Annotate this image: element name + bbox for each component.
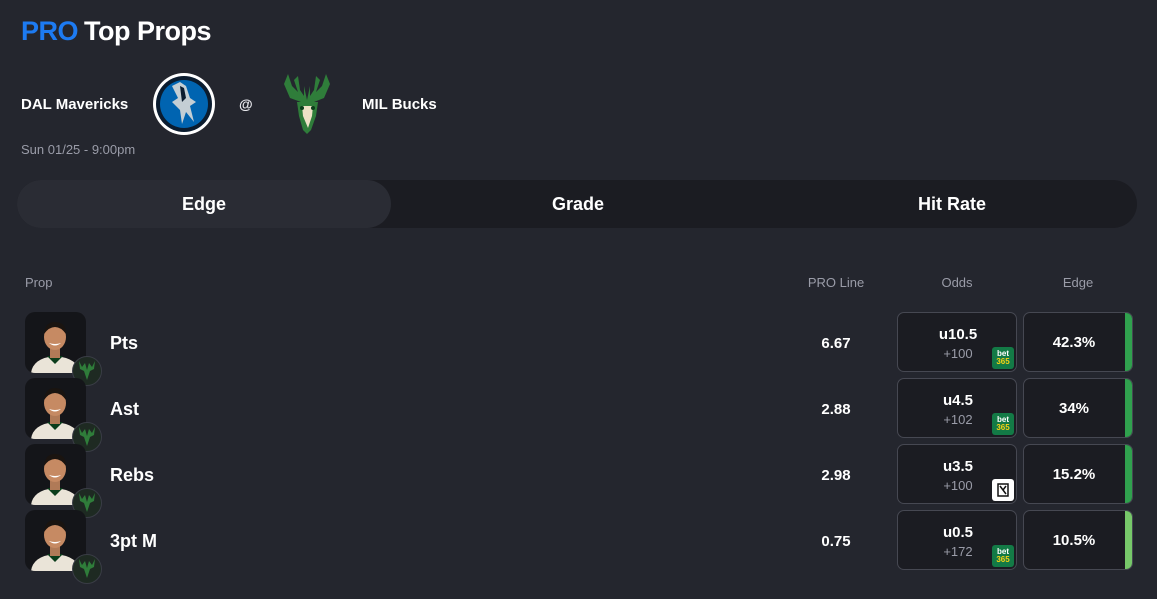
- pro-line-value: 6.67: [821, 335, 851, 352]
- prop-row[interactable]: Rebs 2.98 u3.5 +100 15.2%: [0, 444, 1157, 518]
- odds-line: u0.5: [942, 524, 973, 541]
- edge-value: 15.2%: [1052, 466, 1096, 483]
- pro-line-value: 2.98: [821, 467, 851, 484]
- odds-button[interactable]: u0.5 +172 bet 365: [897, 510, 1017, 570]
- edge-cell: 42.3%: [1023, 312, 1133, 372]
- prop-row[interactable]: Pts 6.67 u10.5 +100 bet 365 42.3%: [0, 312, 1157, 386]
- col-header-prop: Prop: [25, 275, 53, 290]
- matchup-separator: @: [239, 96, 253, 112]
- odds-line: u3.5: [942, 458, 973, 475]
- tab-grade[interactable]: Grade: [391, 180, 765, 228]
- odds-button[interactable]: u3.5 +100: [897, 444, 1017, 504]
- away-team-name: DAL Mavericks: [21, 96, 129, 113]
- bucks-team-icon: [72, 554, 102, 584]
- edge-cell: 15.2%: [1023, 444, 1133, 504]
- col-header-edge: Edge: [1062, 275, 1094, 290]
- top-props-page: PRO Top Props DAL Mavericks @ MIL Bucks S…: [0, 0, 1157, 599]
- title-label: Top Props: [84, 16, 212, 46]
- prop-row[interactable]: 3pt M 0.75 u0.5 +172 bet 365 10.5%: [0, 510, 1157, 584]
- edge-value: 10.5%: [1052, 532, 1096, 549]
- sportsbook-icon: [992, 479, 1014, 501]
- prop-label: 3pt M: [110, 531, 157, 551]
- edge-value: 34%: [1058, 400, 1090, 417]
- bucks-logo: [280, 70, 335, 143]
- edge-indicator-bar: [1125, 511, 1132, 569]
- tab-edge[interactable]: Edge: [17, 180, 391, 228]
- page-title: PRO Top Props: [21, 16, 212, 47]
- prop-row[interactable]: Ast 2.88 u4.5 +102 bet 365 34%: [0, 378, 1157, 452]
- bet365-icon: bet 365: [992, 347, 1014, 369]
- bet365-icon: bet 365: [992, 413, 1014, 435]
- odds-button[interactable]: u4.5 +102 bet 365: [897, 378, 1017, 438]
- home-team-name: MIL Bucks: [362, 96, 437, 113]
- bet365-icon: bet 365: [992, 545, 1014, 567]
- game-datetime: Sun 01/25 - 9:00pm: [21, 142, 136, 157]
- odds-line: u4.5: [942, 392, 973, 409]
- prop-label: Rebs: [110, 465, 155, 485]
- brand-label: PRO: [21, 16, 79, 46]
- odds-button[interactable]: u10.5 +100 bet 365: [897, 312, 1017, 372]
- pro-line-value: 2.88: [821, 401, 851, 418]
- odds-line: u10.5: [938, 326, 978, 343]
- edge-indicator-bar: [1125, 379, 1132, 437]
- col-header-odds: Odds: [941, 275, 973, 290]
- edge-cell: 34%: [1023, 378, 1133, 438]
- prop-label: Pts: [110, 333, 139, 353]
- edge-indicator-bar: [1125, 445, 1132, 503]
- pro-line-value: 0.75: [821, 533, 851, 550]
- edge-cell: 10.5%: [1023, 510, 1133, 570]
- tab-bar: Edge Grade Hit Rate: [17, 180, 1137, 228]
- col-header-pro-line: PRO Line: [807, 275, 865, 290]
- mavericks-logo: [150, 72, 218, 141]
- edge-value: 42.3%: [1052, 334, 1096, 351]
- edge-indicator-bar: [1125, 313, 1132, 371]
- prop-label: Ast: [110, 399, 140, 419]
- tab-hit-rate[interactable]: Hit Rate: [765, 180, 1139, 228]
